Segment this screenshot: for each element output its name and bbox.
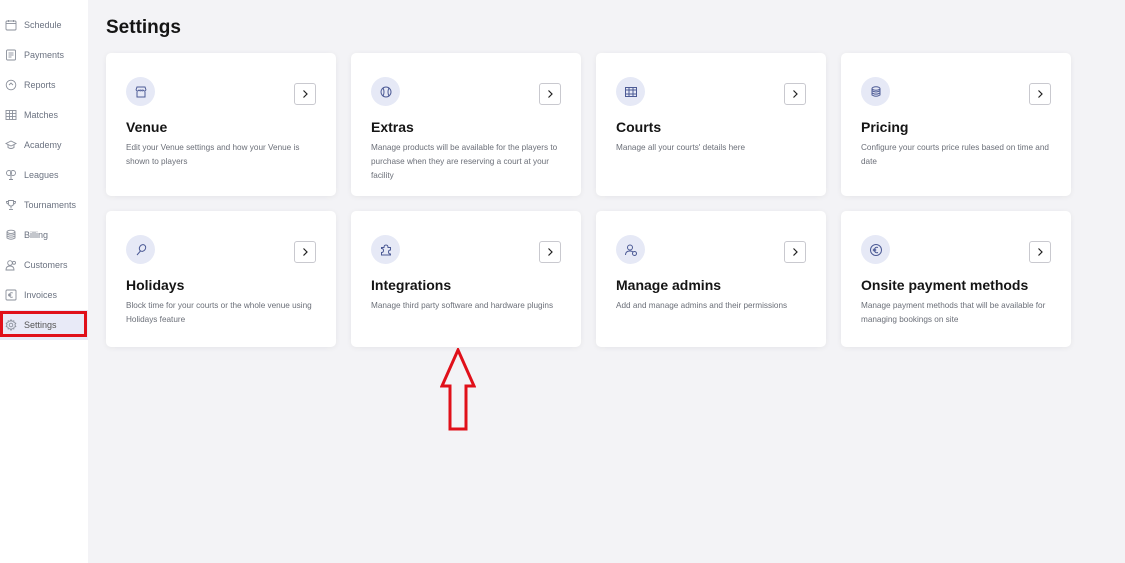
- sidebar-item-label: Schedule: [24, 20, 62, 30]
- sidebar-item-leagues[interactable]: Leagues: [0, 160, 88, 190]
- chevron-right-icon[interactable]: [294, 83, 316, 105]
- calendar-icon: [4, 18, 18, 32]
- sidebar-nav: Schedule Payments Reports Matches Academ…: [0, 10, 88, 340]
- sidebar-item-matches[interactable]: Matches: [0, 100, 88, 130]
- sidebar-item-label: Payments: [24, 50, 65, 60]
- annotation-arrow-up: [440, 348, 476, 431]
- storefront-icon: [126, 77, 155, 106]
- trophy-group-icon: [4, 168, 18, 182]
- sidebar-item-schedule[interactable]: Schedule: [0, 10, 88, 40]
- puzzle-icon: [371, 235, 400, 264]
- sidebar-item-label: Academy: [24, 140, 62, 150]
- card-title: Integrations: [371, 277, 452, 293]
- sidebar-item-label: Settings: [24, 320, 57, 330]
- card-description: Block time for your courts or the whole …: [126, 301, 312, 324]
- coins-icon: [4, 228, 18, 242]
- sidebar-item-payments[interactable]: Payments: [0, 40, 88, 70]
- sidebar-item-academy[interactable]: Academy: [0, 130, 88, 160]
- settings-card-extras[interactable]: Extras Manage products will be available…: [351, 53, 581, 196]
- settings-card-courts[interactable]: Courts Manage all your courts' details h…: [596, 53, 826, 196]
- card-description: Manage third party software and hardware…: [371, 301, 554, 310]
- chevron-right-icon[interactable]: [539, 241, 561, 263]
- page-title: Settings: [106, 17, 181, 38]
- sidebar-item-reports[interactable]: Reports: [0, 70, 88, 100]
- chevron-right-icon[interactable]: [294, 241, 316, 263]
- sidebar-item-label: Matches: [24, 110, 59, 120]
- sidebar-item-label: Billing: [24, 230, 49, 240]
- trophy-icon: [4, 198, 18, 212]
- settings-card-integrations[interactable]: Integrations Manage third party software…: [351, 211, 581, 347]
- coins-icon: [861, 77, 890, 106]
- card-description: Manage products will be available for th…: [371, 143, 558, 180]
- settings-card-manage-admins[interactable]: Manage admins Add and manage admins and …: [596, 211, 826, 347]
- card-title: Venue: [126, 119, 168, 135]
- sidebar-item-label: Leagues: [24, 170, 59, 180]
- sidebar-item-label: Tournaments: [24, 200, 77, 210]
- euro-doc-icon: [4, 288, 18, 302]
- receipt-icon: [4, 48, 18, 62]
- chevron-right-icon[interactable]: [1029, 83, 1051, 105]
- card-description: Configure your courts price rules based …: [861, 143, 1049, 166]
- card-title: Courts: [616, 119, 662, 135]
- card-title: Onsite payment methods: [861, 277, 1029, 293]
- sidebar-item-label: Customers: [24, 260, 68, 270]
- sidebar-item-invoices[interactable]: Invoices: [0, 280, 88, 310]
- settings-card-onsite-payment-methods[interactable]: Onsite payment methods Manage payment me…: [841, 211, 1071, 347]
- ball-icon: [371, 77, 400, 106]
- sidebar-item-label: Invoices: [24, 290, 58, 300]
- table-icon: [4, 108, 18, 122]
- card-description: Manage payment methods that will be avai…: [861, 301, 1046, 324]
- settings-card-venue[interactable]: Venue Edit your Venue settings and how y…: [106, 53, 336, 196]
- card-description: Add and manage admins and their permissi…: [616, 301, 788, 310]
- court-icon: [616, 77, 645, 106]
- card-title: Pricing: [861, 119, 909, 135]
- card-title: Holidays: [126, 277, 185, 293]
- settings-card-pricing[interactable]: Pricing Configure your courts price rule…: [841, 53, 1071, 196]
- sidebar-item-billing[interactable]: Billing: [0, 220, 88, 250]
- sidebar-item-tournaments[interactable]: Tournaments: [0, 190, 88, 220]
- euro-icon: [861, 235, 890, 264]
- chevron-right-icon[interactable]: [784, 83, 806, 105]
- sidebar-item-settings[interactable]: Settings: [0, 310, 88, 340]
- sidebar: Schedule Payments Reports Matches Academ…: [0, 0, 88, 563]
- users-icon: [4, 258, 18, 272]
- report-icon: [4, 78, 18, 92]
- sidebar-item-label: Reports: [24, 80, 56, 90]
- sidebar-item-customers[interactable]: Customers: [0, 250, 88, 280]
- chevron-right-icon[interactable]: [539, 83, 561, 105]
- card-description: Manage all your courts' details here: [616, 143, 745, 152]
- card-title: Extras: [371, 119, 414, 135]
- card-description: Edit your Venue settings and how your Ve…: [126, 143, 300, 166]
- gear-icon: [4, 318, 18, 332]
- card-title: Manage admins: [616, 277, 722, 293]
- admin-user-icon: [616, 235, 645, 264]
- racket-icon: [126, 235, 155, 264]
- settings-card-holidays[interactable]: Holidays Block time for your courts or t…: [106, 211, 336, 347]
- chevron-right-icon[interactable]: [1029, 241, 1051, 263]
- chevron-right-icon[interactable]: [784, 241, 806, 263]
- graduation-cap-icon: [4, 138, 18, 152]
